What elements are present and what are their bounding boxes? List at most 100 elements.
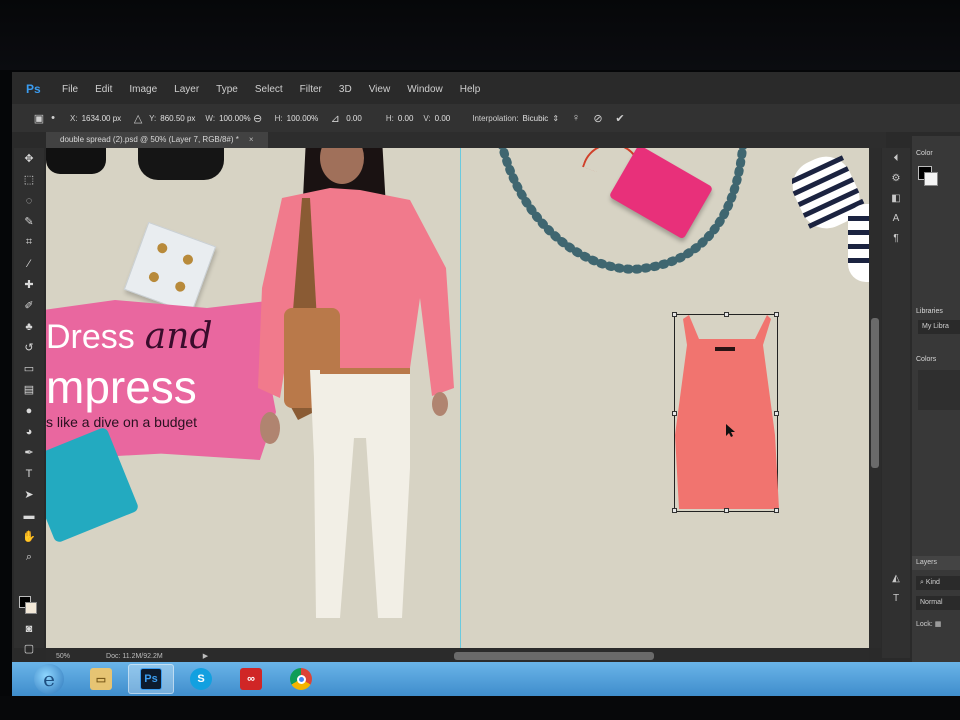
- interpolation-value[interactable]: Bicubic: [523, 114, 549, 123]
- transform-handle-b[interactable]: [724, 508, 729, 513]
- x-value[interactable]: 1634.00 px: [82, 114, 122, 123]
- menu-help[interactable]: Help: [460, 84, 481, 95]
- paragraph-panel-icon[interactable]: ¶: [882, 228, 910, 248]
- layers-panel-tab[interactable]: Layers: [912, 556, 960, 570]
- transform-handle-tl[interactable]: [672, 312, 677, 317]
- interpolation-select[interactable]: Interpolation: Bicubic ⇕: [472, 114, 559, 123]
- transform-handle-br[interactable]: [774, 508, 779, 513]
- vertical-scrollbar[interactable]: [869, 148, 881, 648]
- brush-tool-icon[interactable]: ✐: [14, 295, 44, 316]
- vertical-scroll-thumb[interactable]: [871, 318, 879, 468]
- history-panel-icon[interactable]: ⏴: [882, 148, 910, 168]
- marquee-tool-icon[interactable]: ⬚: [14, 169, 44, 190]
- path-select-tool-icon[interactable]: ➤: [14, 484, 44, 505]
- document-tab[interactable]: double spread (2).psd @ 50% (Layer 7, RG…: [46, 132, 268, 148]
- transform-handle-bl[interactable]: [672, 508, 677, 513]
- properties-panel-icon[interactable]: ⚙: [882, 168, 910, 188]
- color-panel-background-swatch[interactable]: [924, 172, 938, 186]
- chrome-button[interactable]: [278, 664, 324, 694]
- library-select[interactable]: My Libra: [918, 320, 960, 334]
- h-value[interactable]: 100.00%: [287, 114, 319, 123]
- dodge-tool-icon[interactable]: ◕: [14, 421, 44, 442]
- character-panel-icon[interactable]: A: [882, 208, 910, 228]
- pen-tool-icon[interactable]: ✒: [14, 442, 44, 463]
- transform-handle-t[interactable]: [724, 312, 729, 317]
- photoshop-taskbar-button[interactable]: Ps: [128, 664, 174, 694]
- transform-tool-icon[interactable]: ▣: [32, 111, 46, 125]
- type-panel-icon[interactable]: T: [882, 588, 910, 608]
- document-tab-close-icon[interactable]: ×: [249, 135, 254, 144]
- rotate-field[interactable]: ⊿ 0.00: [328, 111, 362, 125]
- w-value[interactable]: 100.00%: [219, 114, 251, 123]
- hskew-field[interactable]: H: 0.00: [386, 114, 414, 123]
- commit-transform-icon[interactable]: ✔: [613, 111, 627, 125]
- zoom-tool-icon[interactable]: ⌕: [14, 547, 44, 568]
- menu-window[interactable]: Window: [407, 84, 443, 95]
- lock-transparency-icon[interactable]: ▦: [935, 621, 942, 628]
- angle-value[interactable]: 0.00: [346, 114, 362, 123]
- vertical-guide[interactable]: [460, 148, 461, 648]
- menu-image[interactable]: Image: [129, 84, 157, 95]
- zoom-level[interactable]: 50%: [56, 653, 70, 660]
- horizontal-scroll-thumb[interactable]: [454, 652, 654, 660]
- colors-section-label: Colors: [916, 356, 937, 363]
- skype-button[interactable]: S: [178, 664, 224, 694]
- color-panel-title[interactable]: Color: [916, 150, 933, 157]
- warp-icon[interactable]: ♀: [569, 111, 583, 125]
- adjustments-panel-icon[interactable]: ◧: [882, 188, 910, 208]
- libraries-panel-title[interactable]: Libraries: [916, 308, 943, 315]
- quick-select-tool-icon[interactable]: ✎: [14, 211, 44, 232]
- menu-layer[interactable]: Layer: [174, 84, 199, 95]
- hskew-value[interactable]: 0.00: [398, 114, 414, 123]
- lock-row: Lock: ▦: [916, 620, 941, 628]
- layer-filter-kind[interactable]: ⌕ Kind: [916, 576, 960, 590]
- x-label: X:: [70, 113, 78, 123]
- gradient-tool-icon[interactable]: ▤: [14, 379, 44, 400]
- blend-mode-select[interactable]: Normal: [916, 596, 960, 610]
- blur-tool-icon[interactable]: ●: [14, 400, 44, 421]
- model-photo: [258, 148, 454, 618]
- reference-point-icon[interactable]: •: [46, 111, 60, 125]
- y-position-field[interactable]: △ Y: 860.50 px: [131, 111, 196, 125]
- lasso-tool-icon[interactable]: ◌: [14, 190, 44, 211]
- eraser-tool-icon[interactable]: ▭: [14, 358, 44, 379]
- menu-select[interactable]: Select: [255, 84, 283, 95]
- creative-cloud-button[interactable]: ∞: [228, 664, 274, 694]
- quick-mask-icon[interactable]: ◙: [14, 618, 44, 639]
- internet-explorer-icon[interactable]: e: [34, 664, 64, 694]
- screen-mode-icon[interactable]: ▢: [14, 638, 44, 659]
- healing-brush-tool-icon[interactable]: ✚: [14, 274, 44, 295]
- clone-stamp-tool-icon[interactable]: ♣: [14, 316, 44, 337]
- menu-type[interactable]: Type: [216, 84, 238, 95]
- selected-layer-transform-box[interactable]: [672, 312, 779, 513]
- transform-handle-tr[interactable]: [774, 312, 779, 317]
- eyedropper-tool-icon[interactable]: ⁄: [14, 253, 44, 274]
- y-value[interactable]: 860.50 px: [160, 114, 195, 123]
- file-explorer-button[interactable]: ▭: [78, 664, 124, 694]
- move-tool-icon[interactable]: ✥: [14, 148, 44, 169]
- cancel-transform-icon[interactable]: ⊘: [591, 111, 605, 125]
- hand-tool-icon[interactable]: ✋: [14, 526, 44, 547]
- background-color-swatch[interactable]: [25, 602, 37, 614]
- transform-handle-r[interactable]: [774, 411, 779, 416]
- paint-bucket-panel-icon[interactable]: ◭: [882, 568, 910, 588]
- height-field[interactable]: H: 100.00%: [275, 114, 319, 123]
- shape-tool-icon[interactable]: ▬: [14, 505, 44, 526]
- status-menu-arrow-icon[interactable]: ▶: [203, 652, 208, 660]
- earrings-card-image: [123, 221, 217, 315]
- type-tool-icon[interactable]: T: [14, 463, 44, 484]
- menu-view[interactable]: View: [369, 84, 391, 95]
- width-field[interactable]: W: 100.00%: [205, 114, 250, 123]
- menu-filter[interactable]: Filter: [300, 84, 322, 95]
- vskew-value[interactable]: 0.00: [435, 114, 451, 123]
- menu-3d[interactable]: 3D: [339, 84, 352, 95]
- canvas[interactable]: Dress and mpress s like a dive on a budge…: [46, 148, 869, 648]
- link-icon[interactable]: ⊖: [251, 111, 265, 125]
- history-brush-tool-icon[interactable]: ↺: [14, 337, 44, 358]
- vskew-field[interactable]: V: 0.00: [423, 114, 450, 123]
- menu-edit[interactable]: Edit: [95, 84, 112, 95]
- crop-tool-icon[interactable]: ⌗: [14, 232, 44, 253]
- x-position-field[interactable]: X: 1634.00 px: [70, 114, 121, 123]
- transform-handle-l[interactable]: [672, 411, 677, 416]
- menu-file[interactable]: File: [62, 84, 78, 95]
